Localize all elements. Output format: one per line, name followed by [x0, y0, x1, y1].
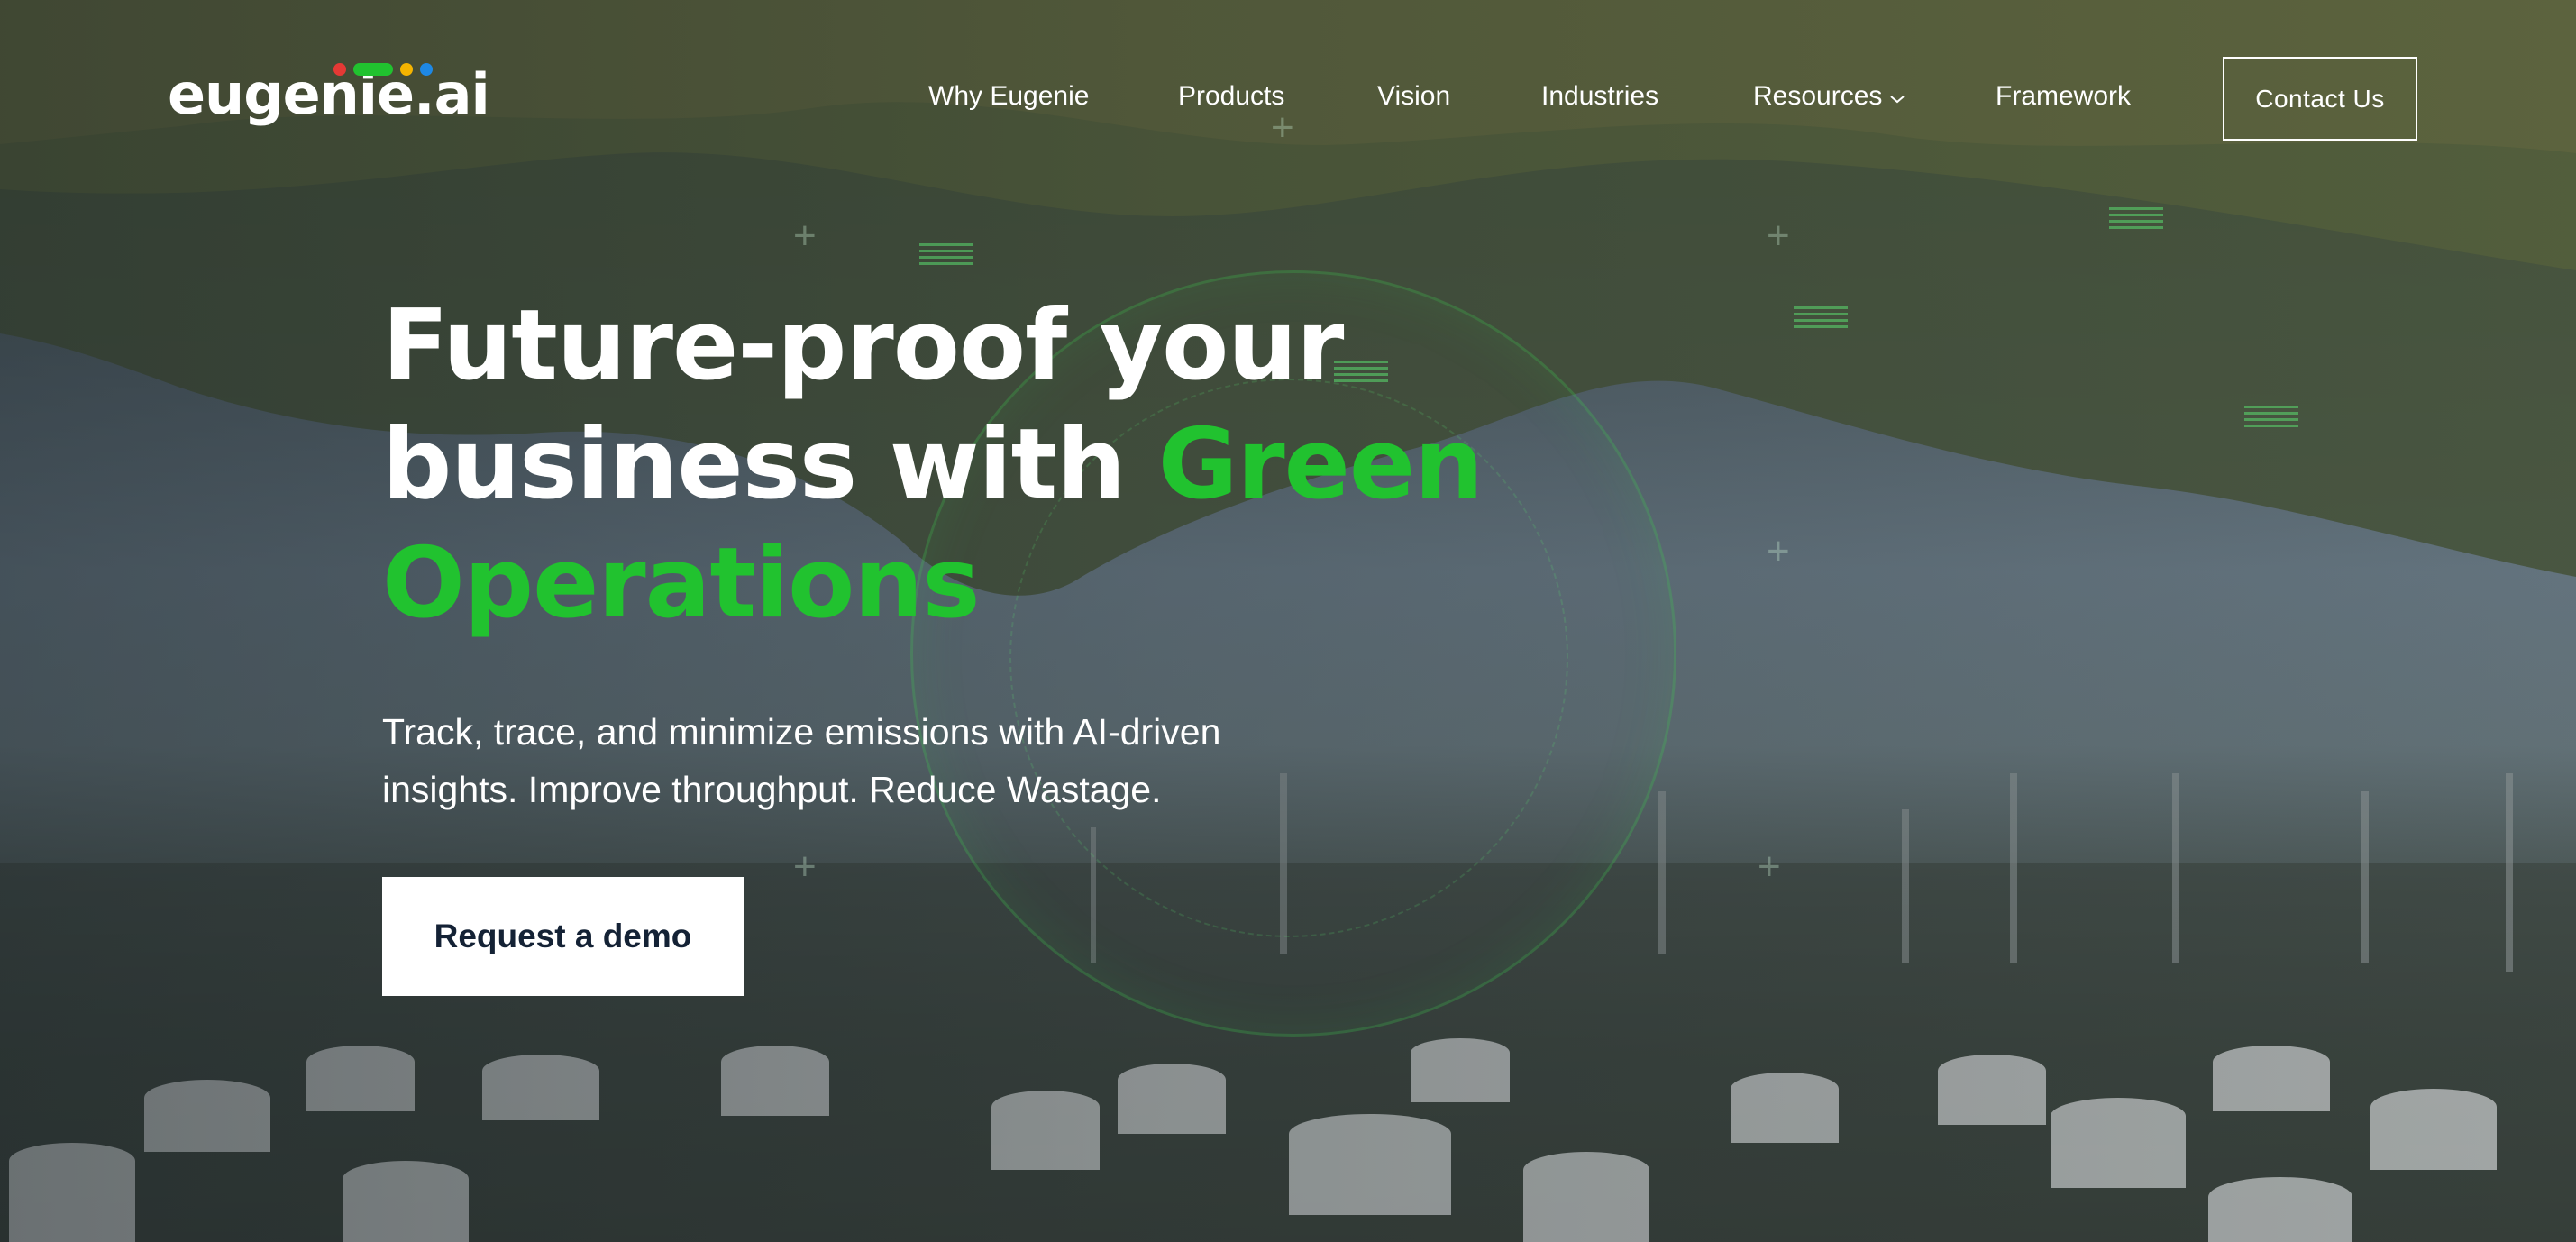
- logo-dot-green: [353, 63, 393, 76]
- contact-us-button[interactable]: Contact Us: [2223, 57, 2417, 141]
- nav-item-why-eugenie[interactable]: Why Eugenie: [928, 81, 1089, 112]
- brand-logo[interactable]: eugenie.ai: [168, 61, 490, 127]
- data-tag-icon: [919, 243, 973, 269]
- plus-icon: +: [793, 845, 817, 889]
- nav-item-industries[interactable]: Industries: [1541, 81, 1658, 112]
- logo-dot-red: [333, 63, 346, 76]
- nav-item-resources[interactable]: Resources: [1753, 81, 1905, 112]
- chevron-down-icon: [1889, 81, 1905, 112]
- top-navigation: eugenie.ai Why Eugenie Products Vision I…: [0, 0, 2576, 198]
- hero-headline: Future-proof your business with Green Op…: [382, 287, 1554, 644]
- plus-icon: +: [1767, 214, 1790, 258]
- plus-icon: +: [1758, 845, 1781, 889]
- nav-item-label: Resources: [1753, 81, 1883, 111]
- hero-subtitle: Track, trace, and minimize emissions wit…: [382, 711, 1221, 810]
- nav-item-vision[interactable]: Vision: [1377, 81, 1450, 112]
- logo-dots: [333, 63, 433, 76]
- data-tag-icon: [1794, 306, 1848, 332]
- logo-dot-yellow: [400, 63, 413, 76]
- nav-item-products[interactable]: Products: [1178, 81, 1284, 112]
- plus-icon: +: [1767, 529, 1790, 573]
- nav-item-framework[interactable]: Framework: [1996, 81, 2131, 112]
- data-tag-icon: [2244, 406, 2298, 431]
- data-tag-icon: [2109, 207, 2163, 233]
- request-demo-button[interactable]: Request a demo: [382, 877, 744, 996]
- logo-dot-blue: [420, 63, 433, 76]
- plus-icon: +: [793, 214, 817, 258]
